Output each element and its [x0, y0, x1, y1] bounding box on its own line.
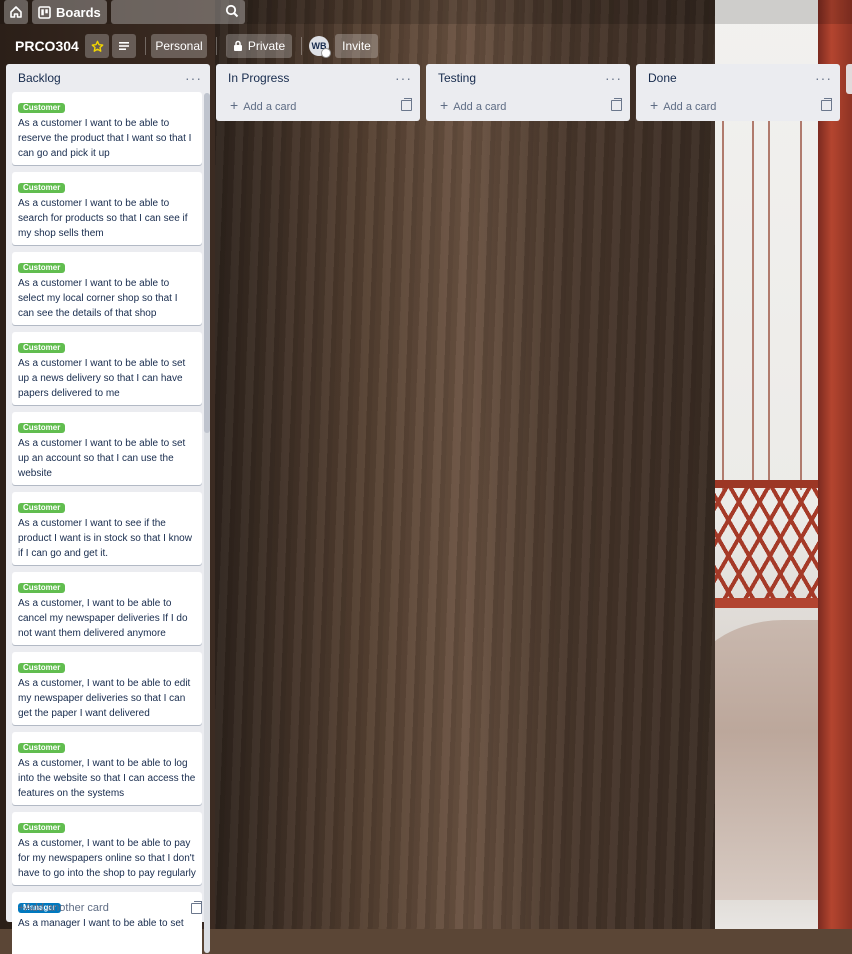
card[interactable]: Customer As a customer I want to see if t… [12, 492, 202, 565]
card-title: As a customer I want to be able to selec… [18, 278, 178, 319]
card[interactable]: Customer As a customer I want to be able … [12, 252, 202, 325]
card[interactable]: Customer As a customer, I want to be able… [12, 812, 202, 885]
plus-icon: + [650, 97, 659, 113]
list-title[interactable]: Testing [438, 71, 476, 85]
list-title[interactable]: Done [648, 71, 677, 85]
tree-trunk [215, 0, 715, 929]
header-divider [301, 37, 302, 55]
card-template-icon[interactable] [191, 900, 202, 914]
list-menu-icon[interactable]: ··· [815, 71, 832, 85]
card[interactable]: Customer As a customer I want to be able … [12, 172, 202, 245]
card-title: As a customer I want to be able to set u… [18, 358, 186, 399]
card-title: As a customer I want to be able to reser… [18, 118, 192, 159]
list-menu-icon[interactable]: ··· [605, 71, 622, 85]
bridge-cable [752, 120, 754, 490]
plus-icon: + [440, 97, 449, 113]
board-header: PRCO304 Personal Private WB Invite [0, 32, 852, 60]
card-label: Customer [18, 663, 66, 673]
card[interactable]: Customer As a customer, I want to be able… [12, 732, 202, 805]
search-box[interactable] [110, 0, 245, 24]
add-card-label: Add a card [453, 101, 507, 113]
boards-button[interactable]: Boards [32, 0, 107, 24]
list-backlog: Backlog ··· Customer As a customer I want… [6, 64, 210, 954]
add-card-label: Add a card [663, 101, 717, 113]
card-label: Customer [18, 103, 66, 113]
card-template-icon[interactable] [821, 97, 832, 111]
add-list-peek[interactable] [846, 64, 852, 94]
bridge-cable [800, 120, 802, 490]
list-scrollbar[interactable] [204, 93, 210, 953]
card-title: As a customer I want to be able to set u… [18, 438, 186, 479]
board-menu-button[interactable] [112, 34, 136, 58]
privacy-label: Private [247, 39, 286, 53]
search-input[interactable] [110, 1, 233, 23]
card-label: Customer [18, 743, 66, 753]
card[interactable]: Customer As a customer I want to be able … [12, 412, 202, 485]
card[interactable]: Customer As a customer I want to be able … [12, 92, 202, 165]
header-divider [145, 37, 146, 55]
home-icon [10, 6, 22, 18]
card-template-icon[interactable] [611, 97, 622, 111]
add-card-label: Add another card [24, 902, 109, 914]
card-label: Customer [18, 583, 66, 593]
search-icon[interactable] [225, 4, 239, 18]
card-label: Customer [18, 823, 66, 833]
star-icon [91, 40, 103, 52]
card-title: As a customer I want to see if the produ… [18, 518, 192, 559]
add-card-label: Add a card [243, 101, 297, 113]
invite-button[interactable]: Invite [335, 34, 378, 58]
card-title: As a customer, I want to be able to pay … [18, 838, 196, 879]
card-title: As a customer, I want to be able to log … [18, 758, 196, 799]
list-title[interactable]: In Progress [228, 71, 289, 85]
list-header: Done ··· [636, 64, 840, 92]
lock-icon [233, 40, 242, 51]
card-label: Customer [18, 183, 66, 193]
card[interactable]: Customer As a customer, I want to be able… [12, 572, 202, 645]
card-label: Customer [18, 263, 66, 273]
top-navigation-bar: Boards [0, 0, 852, 24]
card-title: As a customer, I want to be able to canc… [18, 598, 188, 639]
card-title: As a customer, I want to be able to edit… [18, 678, 191, 719]
boards-icon [38, 5, 51, 19]
menu-lines-icon [119, 42, 129, 50]
list-in-progress: In Progress ··· + Add a card [216, 64, 420, 121]
card[interactable]: Customer As a customer I want to be able … [12, 332, 202, 405]
list-done: Done ··· + Add a card [636, 64, 840, 121]
list-menu-icon[interactable]: ··· [395, 71, 412, 85]
list-title[interactable]: Backlog [18, 71, 61, 85]
card-title: As a customer I want to be able to searc… [18, 198, 188, 239]
scrollbar-thumb[interactable] [204, 93, 210, 433]
list-header: In Progress ··· [216, 64, 420, 92]
list-menu-icon[interactable]: ··· [185, 71, 202, 85]
card-label: Customer [18, 343, 66, 353]
member-avatar[interactable]: WB [309, 36, 331, 58]
list-header: Backlog ··· [6, 64, 210, 92]
list-header: Testing ··· [426, 64, 630, 92]
add-card-button[interactable]: + Add a card [636, 92, 840, 118]
add-card-button[interactable]: + Add a card [426, 92, 630, 118]
bridge-tower [818, 0, 852, 929]
star-button[interactable] [85, 34, 109, 58]
bridge-cable [768, 120, 770, 490]
card-label: Customer [18, 503, 66, 513]
card-list: Customer As a customer I want to be able … [12, 92, 202, 954]
list-testing: Testing ··· + Add a card [426, 64, 630, 121]
card-label: Customer [18, 423, 66, 433]
plus-icon: + [230, 97, 239, 113]
admin-badge-icon [321, 48, 331, 58]
personal-button[interactable]: Personal [151, 34, 207, 58]
bridge-cable [722, 120, 724, 490]
add-another-card-button[interactable]: +Add another card [6, 894, 210, 922]
add-card-button[interactable]: + Add a card [216, 92, 420, 118]
home-button[interactable] [4, 0, 28, 24]
privacy-button[interactable]: Private [226, 34, 292, 58]
card[interactable]: Customer As a customer, I want to be able… [12, 652, 202, 725]
board-title[interactable]: PRCO304 [15, 38, 81, 54]
header-divider [216, 37, 217, 55]
card-template-icon[interactable] [401, 97, 412, 111]
boards-label: Boards [56, 4, 101, 20]
